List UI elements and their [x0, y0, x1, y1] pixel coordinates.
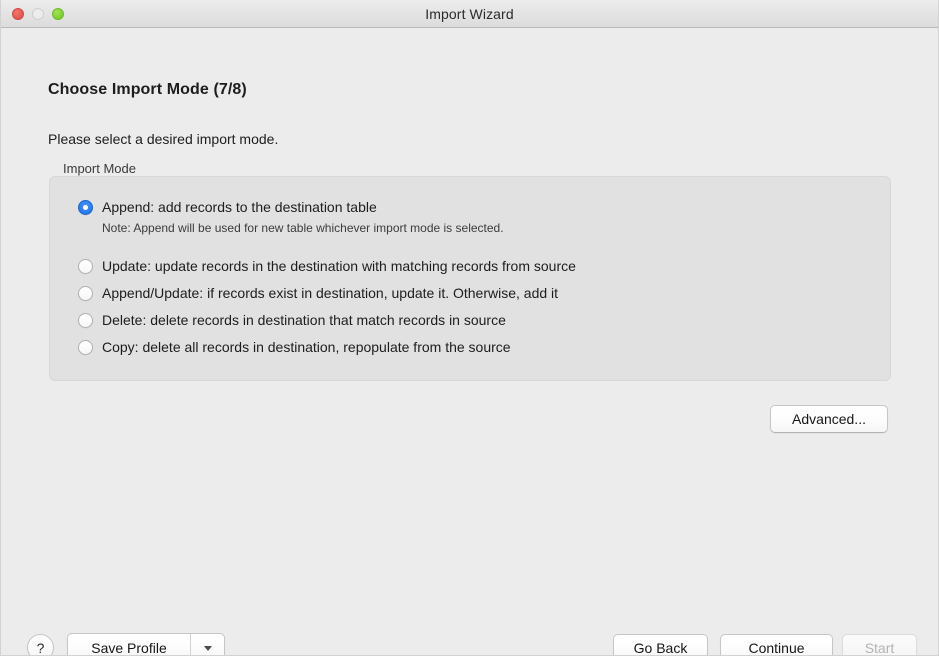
radio-option-append-text: Append: add records to the destination t…: [102, 198, 504, 236]
radio-icon-append[interactable]: [78, 200, 93, 215]
radio-option-copy[interactable]: Copy: delete all records in destination,…: [78, 338, 511, 357]
radio-option-update-label: Update: update records in the destinatio…: [102, 258, 576, 274]
chevron-down-icon: [203, 645, 212, 651]
radio-icon-delete[interactable]: [78, 313, 93, 328]
window-controls: [12, 7, 64, 20]
radio-option-update[interactable]: Update: update records in the destinatio…: [78, 257, 576, 276]
continue-button[interactable]: Continue: [720, 634, 833, 655]
page-title: Choose Import Mode (7/8): [48, 81, 247, 98]
radio-option-delete-label: Delete: delete records in destination th…: [102, 312, 506, 328]
radio-option-append-update-text: Append/Update: if records exist in desti…: [102, 284, 558, 303]
dialog-content: Choose Import Mode (7/8) Please select a…: [1, 28, 938, 655]
import-mode-group-label: Import Mode: [63, 161, 136, 176]
minimize-button[interactable]: [32, 7, 44, 20]
save-profile-split-button[interactable]: Save Profile: [67, 633, 225, 655]
go-back-button[interactable]: Go Back: [613, 634, 708, 655]
radio-icon-update[interactable]: [78, 259, 93, 274]
radio-option-append-label: Append: add records to the destination t…: [102, 199, 377, 215]
page-subtitle: Please select a desired import mode.: [48, 131, 279, 147]
radio-option-append-note: Note: Append will be used for new table …: [102, 221, 504, 235]
radio-option-copy-label: Copy: delete all records in destination,…: [102, 339, 511, 355]
radio-option-delete-text: Delete: delete records in destination th…: [102, 311, 506, 330]
import-mode-groupbox: Append: add records to the destination t…: [49, 176, 891, 381]
radio-icon-append-update[interactable]: [78, 286, 93, 301]
radio-option-update-text: Update: update records in the destinatio…: [102, 257, 576, 276]
titlebar: Import Wizard: [1, 0, 938, 28]
radio-option-delete[interactable]: Delete: delete records in destination th…: [78, 311, 506, 330]
advanced-button[interactable]: Advanced...: [770, 405, 888, 433]
zoom-button[interactable]: [52, 7, 64, 20]
close-button[interactable]: [12, 7, 24, 20]
radio-option-append-update[interactable]: Append/Update: if records exist in desti…: [78, 284, 558, 303]
save-profile-button[interactable]: Save Profile: [68, 634, 190, 655]
radio-option-append-update-label: Append/Update: if records exist in desti…: [102, 285, 559, 301]
radio-icon-copy[interactable]: [78, 340, 93, 355]
import-wizard-window: Import Wizard Choose Import Mode (7/8) P…: [0, 0, 939, 656]
help-button[interactable]: ?: [27, 634, 54, 655]
radio-option-append[interactable]: Append: add records to the destination t…: [78, 198, 504, 236]
save-profile-menu-button[interactable]: [190, 634, 224, 655]
radio-option-copy-text: Copy: delete all records in destination,…: [102, 338, 511, 357]
start-button: Start: [842, 634, 917, 655]
window-title: Import Wizard: [425, 5, 514, 22]
